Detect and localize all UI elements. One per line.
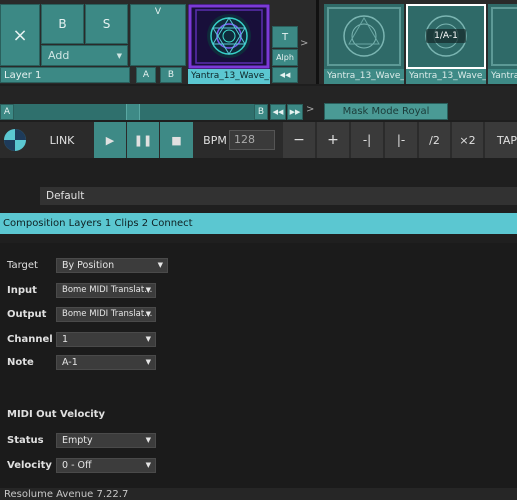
target-dropdown[interactable]: By Position ▼ xyxy=(56,258,168,273)
chevron-down-icon: ▼ xyxy=(157,261,163,269)
pause-icon: ❚❚ xyxy=(133,133,153,147)
logo-icon xyxy=(4,129,26,151)
note-dropdown[interactable]: A-1 ▼ xyxy=(56,355,156,370)
clip-thumbnail[interactable]: Yantra_13_Wave_... xyxy=(324,4,404,84)
crossfader-handle[interactable] xyxy=(126,104,140,120)
clip-thumbnail[interactable]: Yantra_13_Wave_... xyxy=(188,4,270,84)
skip-forward-icon: ▶▶ xyxy=(289,108,301,116)
clip-label: Yantra_13_Wave_... xyxy=(406,69,486,84)
bpm-plus-button[interactable]: + xyxy=(317,122,350,158)
layer-solo-button[interactable]: S xyxy=(85,4,128,44)
app-window: × B S Add ▼ V Layer 1 A B Yantra_13_Wave… xyxy=(0,0,517,500)
status-dropdown[interactable]: Empty ▼ xyxy=(56,433,156,448)
chevron-down-icon: ▼ xyxy=(145,286,151,294)
divider xyxy=(316,0,319,84)
bpm-double-button[interactable]: ×2 xyxy=(452,122,484,158)
crossfader-slider[interactable] xyxy=(14,104,254,120)
shortcut-banner: Composition Layers 1 Clips 2 Connect xyxy=(0,213,517,234)
layer-bypass-button[interactable]: B xyxy=(41,4,84,44)
input-label: Input xyxy=(7,285,37,296)
layer-transition-button[interactable]: T xyxy=(272,26,298,48)
chevron-down-icon: ▼ xyxy=(145,461,151,469)
clip-trigger-badge: 1/A-1 xyxy=(426,29,466,43)
output-dropdown[interactable]: Bome MIDI Translat... ▼ xyxy=(56,307,156,322)
nudge-forward-icon: |- xyxy=(396,133,406,147)
bpm-input[interactable]: 128 xyxy=(229,130,275,150)
skip-back-icon: ◀◀ xyxy=(279,71,291,79)
layer-prev-clip-button[interactable]: ◀◀ xyxy=(272,67,298,83)
stop-button[interactable]: ■ xyxy=(160,122,193,158)
crossfader-prev-button[interactable]: ◀◀ xyxy=(270,104,286,120)
nudge-back-button[interactable]: -| xyxy=(351,122,384,158)
bpm-half-button[interactable]: /2 xyxy=(419,122,451,158)
layer-transition-mode[interactable]: Alph xyxy=(272,49,298,66)
layer-video-opacity[interactable]: V xyxy=(130,4,186,66)
layer-clear-button[interactable]: × xyxy=(0,4,40,66)
layer-crossfade-b[interactable]: B xyxy=(160,67,182,83)
chevron-down-icon: ▼ xyxy=(145,436,151,444)
bpm-label: BPM xyxy=(203,133,227,147)
mask-mode-button[interactable]: Mask Mode Royal xyxy=(324,103,448,120)
chevron-down-icon: ▼ xyxy=(145,335,151,343)
clip-thumbnail-selected[interactable]: 1/A-1 Yantra_13_Wave_... xyxy=(406,4,486,84)
channel-dropdown[interactable]: 1 ▼ xyxy=(56,332,156,347)
link-button[interactable]: LINK xyxy=(32,122,92,158)
crossfader-b-button[interactable]: B xyxy=(254,104,268,120)
pause-button[interactable]: ❚❚ xyxy=(127,122,159,158)
chevron-down-icon: ▼ xyxy=(145,358,151,366)
layer-crossfade-a[interactable]: A xyxy=(136,67,156,83)
layer-scroll-next[interactable]: > xyxy=(300,38,314,52)
stop-icon: ■ xyxy=(171,133,182,147)
velocity-label: Velocity xyxy=(7,460,52,471)
velocity-section-title: MIDI Out Velocity xyxy=(7,409,105,420)
layer-name[interactable]: Layer 1 xyxy=(0,67,130,83)
chevron-down-icon: ▼ xyxy=(116,51,122,60)
nudge-forward-button[interactable]: |- xyxy=(385,122,418,158)
target-label: Target xyxy=(7,260,38,271)
yantra-thumbnail-image xyxy=(488,4,517,69)
yantra-thumbnail-image xyxy=(188,4,270,69)
preset-selector[interactable]: Default xyxy=(40,187,517,205)
input-dropdown[interactable]: Bome MIDI Translat... ▼ xyxy=(56,283,156,298)
velocity-dropdown[interactable]: 0 - Off ▼ xyxy=(56,458,156,473)
clip-label: Yantra_13_Wave_... xyxy=(188,69,270,84)
output-label: Output xyxy=(7,309,47,320)
bpm-minus-button[interactable]: − xyxy=(283,122,316,158)
note-label: Note xyxy=(7,357,34,368)
layer-blend-dropdown[interactable]: Add ▼ xyxy=(41,45,128,66)
status-label: Status xyxy=(7,435,44,446)
crossfader-scroll-next[interactable]: > xyxy=(306,104,318,118)
status-bar: Resolume Avenue 7.22.7 xyxy=(0,488,517,500)
skip-back-icon: ◀◀ xyxy=(272,108,284,116)
play-button[interactable]: ▶ xyxy=(94,122,126,158)
channel-label: Channel xyxy=(7,334,53,345)
crossfader-next-button[interactable]: ▶▶ xyxy=(287,104,303,120)
clip-thumbnail[interactable]: Yantra_ xyxy=(488,4,517,84)
clip-label: Yantra_13_Wave_... xyxy=(324,69,404,84)
tap-button[interactable]: TAP xyxy=(485,122,517,158)
resolume-logo-icon[interactable] xyxy=(0,122,30,158)
crossfader-a-button[interactable]: A xyxy=(0,104,14,120)
play-icon: ▶ xyxy=(105,133,115,147)
clip-label: Yantra_ xyxy=(488,69,517,84)
transport-bar: LINK ▶ ❚❚ ■ BPM 128 − + -| |- /2 ×2 TAP xyxy=(0,122,517,158)
yantra-thumbnail-image xyxy=(324,4,404,69)
chevron-down-icon: ▼ xyxy=(145,310,151,318)
nudge-back-icon: -| xyxy=(362,133,372,147)
